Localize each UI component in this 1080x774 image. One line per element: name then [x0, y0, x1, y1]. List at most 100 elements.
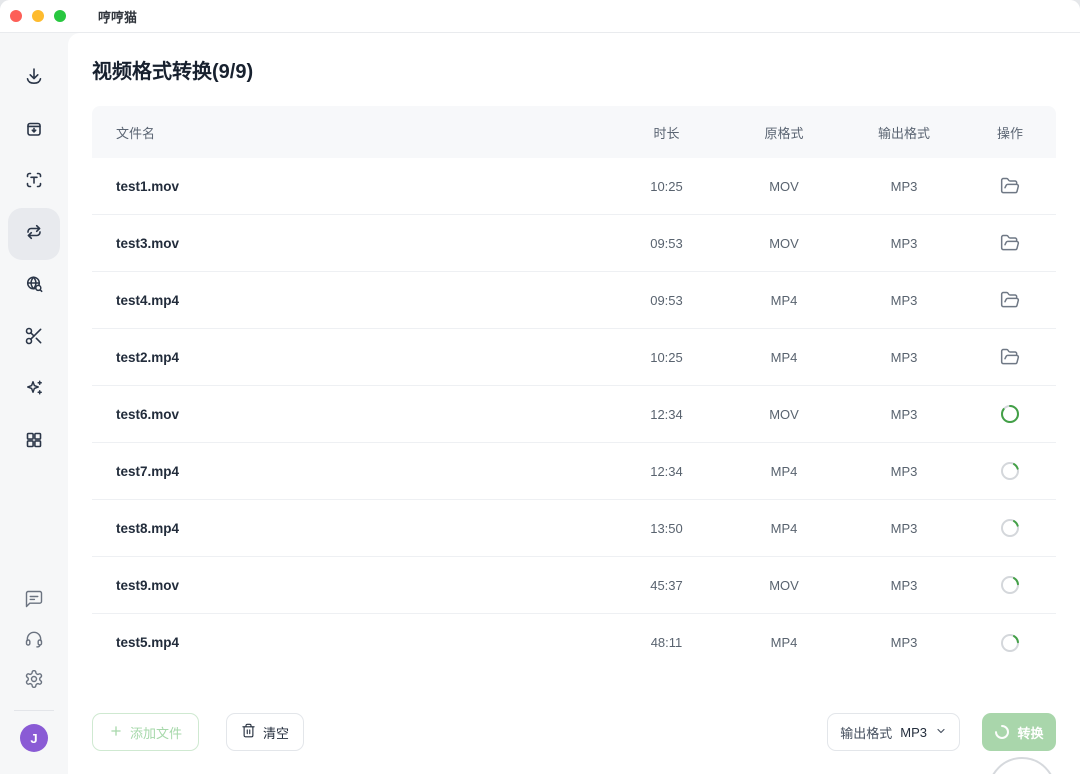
file-duration: 48:11 — [609, 635, 724, 650]
file-name: test3.mov — [92, 236, 609, 251]
sparkles-icon — [24, 378, 44, 403]
output-format: MP3 — [844, 635, 964, 650]
table-row: test4.mp409:53MP4MP3 — [92, 272, 1056, 329]
table-row: test1.mov10:25MOVMP3 — [92, 158, 1056, 215]
source-format: MP4 — [724, 464, 844, 479]
clear-button[interactable]: 清空 — [226, 713, 304, 751]
action-cell — [964, 345, 1056, 369]
output-format: MP3 — [844, 521, 964, 536]
minimize-button[interactable] — [32, 10, 44, 22]
repeat-icon — [24, 222, 44, 247]
table-row: test5.mp448:11MP4MP3 — [92, 614, 1056, 671]
busy-spinner-icon — [994, 724, 1010, 740]
table-row: test8.mp413:50MP4MP3 — [92, 500, 1056, 557]
titlebar: 哼哼猫 — [0, 0, 1080, 33]
sidebar-item-apps[interactable] — [8, 416, 60, 468]
convert-label: 转换 — [1017, 723, 1043, 742]
source-format: MOV — [724, 179, 844, 194]
output-format-value: MP3 — [900, 725, 927, 740]
sidebar-item-ai[interactable] — [8, 364, 60, 416]
output-format: MP3 — [844, 350, 964, 365]
action-cell — [964, 288, 1056, 312]
table-header: 文件名 时长 原格式 输出格式 操作 — [92, 106, 1056, 158]
chat-icon — [24, 589, 44, 614]
sidebar: J — [0, 33, 68, 774]
output-format: MP3 — [844, 578, 964, 593]
sidebar-item-web-search[interactable] — [8, 260, 60, 312]
window-title: 哼哼猫 — [98, 7, 137, 26]
output-format: MP3 — [844, 407, 964, 422]
progress-spinner — [1000, 461, 1020, 481]
sidebar-item-format-convert[interactable] — [8, 208, 60, 260]
scissors-icon — [24, 326, 44, 351]
main-panel: 视频格式转换(9/9) 文件名 时长 原格式 输出格式 操作 test1.mov… — [68, 33, 1080, 774]
source-format: MP4 — [724, 350, 844, 365]
progress-spinner — [1000, 404, 1020, 424]
app-window: 哼哼猫 — [0, 0, 1080, 774]
zoom-button[interactable] — [54, 10, 66, 22]
source-format: MP4 — [724, 635, 844, 650]
action-cell — [964, 518, 1056, 538]
file-duration: 12:34 — [609, 464, 724, 479]
gear-icon — [24, 669, 44, 694]
column-header-source-format: 原格式 — [724, 123, 844, 142]
file-duration: 45:37 — [609, 578, 724, 593]
action-cell — [964, 633, 1056, 653]
sidebar-item-settings[interactable] — [14, 661, 54, 701]
conversion-table: 文件名 时长 原格式 输出格式 操作 test1.mov10:25MOVMP3 … — [92, 106, 1056, 671]
page-title: 视频格式转换(9/9) — [92, 58, 1056, 86]
file-duration: 10:25 — [609, 350, 724, 365]
plus-icon — [109, 724, 123, 741]
sidebar-item-support[interactable] — [14, 621, 54, 661]
sidebar-item-feedback[interactable] — [14, 581, 54, 621]
sidebar-item-download[interactable] — [8, 52, 60, 104]
source-format: MP4 — [724, 521, 844, 536]
avatar[interactable]: J — [20, 724, 48, 752]
floating-bubble[interactable] — [988, 757, 1056, 774]
file-name: test7.mp4 — [92, 464, 609, 479]
table-row: test3.mov09:53MOVMP3 — [92, 215, 1056, 272]
output-format-dropdown[interactable]: 输出格式 MP3 — [827, 713, 960, 751]
output-format-label: 输出格式 — [840, 723, 892, 742]
progress-spinner — [1000, 575, 1020, 595]
file-name: test9.mov — [92, 578, 609, 593]
progress-spinner — [1000, 633, 1020, 653]
column-header-output-format: 输出格式 — [844, 123, 964, 142]
sidebar-item-text-recognition[interactable] — [8, 156, 60, 208]
action-cell — [964, 174, 1056, 198]
open-folder-button[interactable] — [998, 174, 1022, 198]
globe-search-icon — [24, 274, 44, 299]
file-name: test6.mov — [92, 407, 609, 422]
download-icon — [24, 66, 44, 91]
close-button[interactable] — [10, 10, 22, 22]
output-format: MP3 — [844, 179, 964, 194]
convert-button[interactable]: 转换 — [982, 713, 1056, 751]
open-folder-button[interactable] — [998, 345, 1022, 369]
output-format: MP3 — [844, 293, 964, 308]
open-folder-button[interactable] — [998, 231, 1022, 255]
column-header-filename: 文件名 — [92, 123, 609, 142]
clear-label: 清空 — [263, 723, 289, 742]
progress-spinner — [1000, 518, 1020, 538]
file-name: test4.mp4 — [92, 293, 609, 308]
file-duration: 09:53 — [609, 236, 724, 251]
table-body: test1.mov10:25MOVMP3 test3.mov09:53MOVMP… — [92, 158, 1056, 671]
sidebar-divider — [14, 710, 54, 711]
table-row: test2.mp410:25MP4MP3 — [92, 329, 1056, 386]
file-name: test5.mp4 — [92, 635, 609, 650]
source-format: MP4 — [724, 293, 844, 308]
chevron-down-icon — [935, 725, 947, 740]
output-format: MP3 — [844, 236, 964, 251]
file-name: test1.mov — [92, 179, 609, 194]
file-duration: 09:53 — [609, 293, 724, 308]
sidebar-item-archive-download[interactable] — [8, 104, 60, 156]
sidebar-item-clip[interactable] — [8, 312, 60, 364]
footer-toolbar: 添加文件 清空 输出格式 MP3 — [92, 713, 1056, 751]
file-duration: 10:25 — [609, 179, 724, 194]
open-folder-button[interactable] — [998, 288, 1022, 312]
grid-icon — [24, 430, 44, 455]
column-header-action: 操作 — [964, 123, 1056, 142]
text-scan-icon — [24, 170, 44, 195]
add-files-button[interactable]: 添加文件 — [92, 713, 199, 751]
source-format: MOV — [724, 236, 844, 251]
